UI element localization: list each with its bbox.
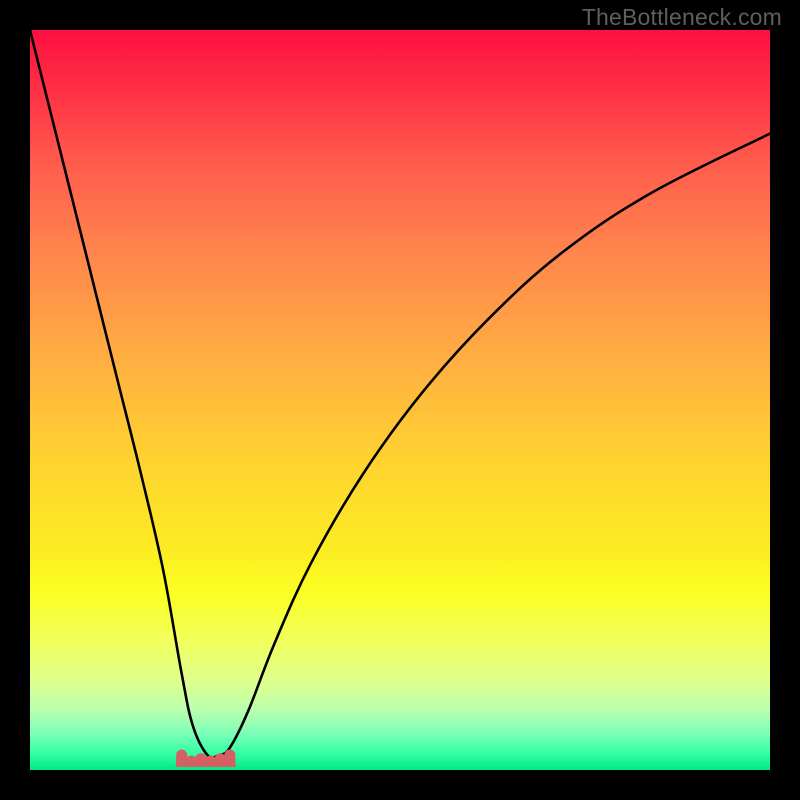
chart-curve-layer xyxy=(30,30,770,770)
bucket-marker xyxy=(176,753,235,767)
curve-svg xyxy=(30,30,770,770)
watermark-text: TheBottleneck.com xyxy=(582,4,782,31)
bucket-svg xyxy=(30,728,770,770)
bottom-edge xyxy=(30,767,770,770)
plot-frame xyxy=(30,30,770,770)
bottleneck-curve xyxy=(30,30,770,758)
bucket-band xyxy=(30,728,770,770)
